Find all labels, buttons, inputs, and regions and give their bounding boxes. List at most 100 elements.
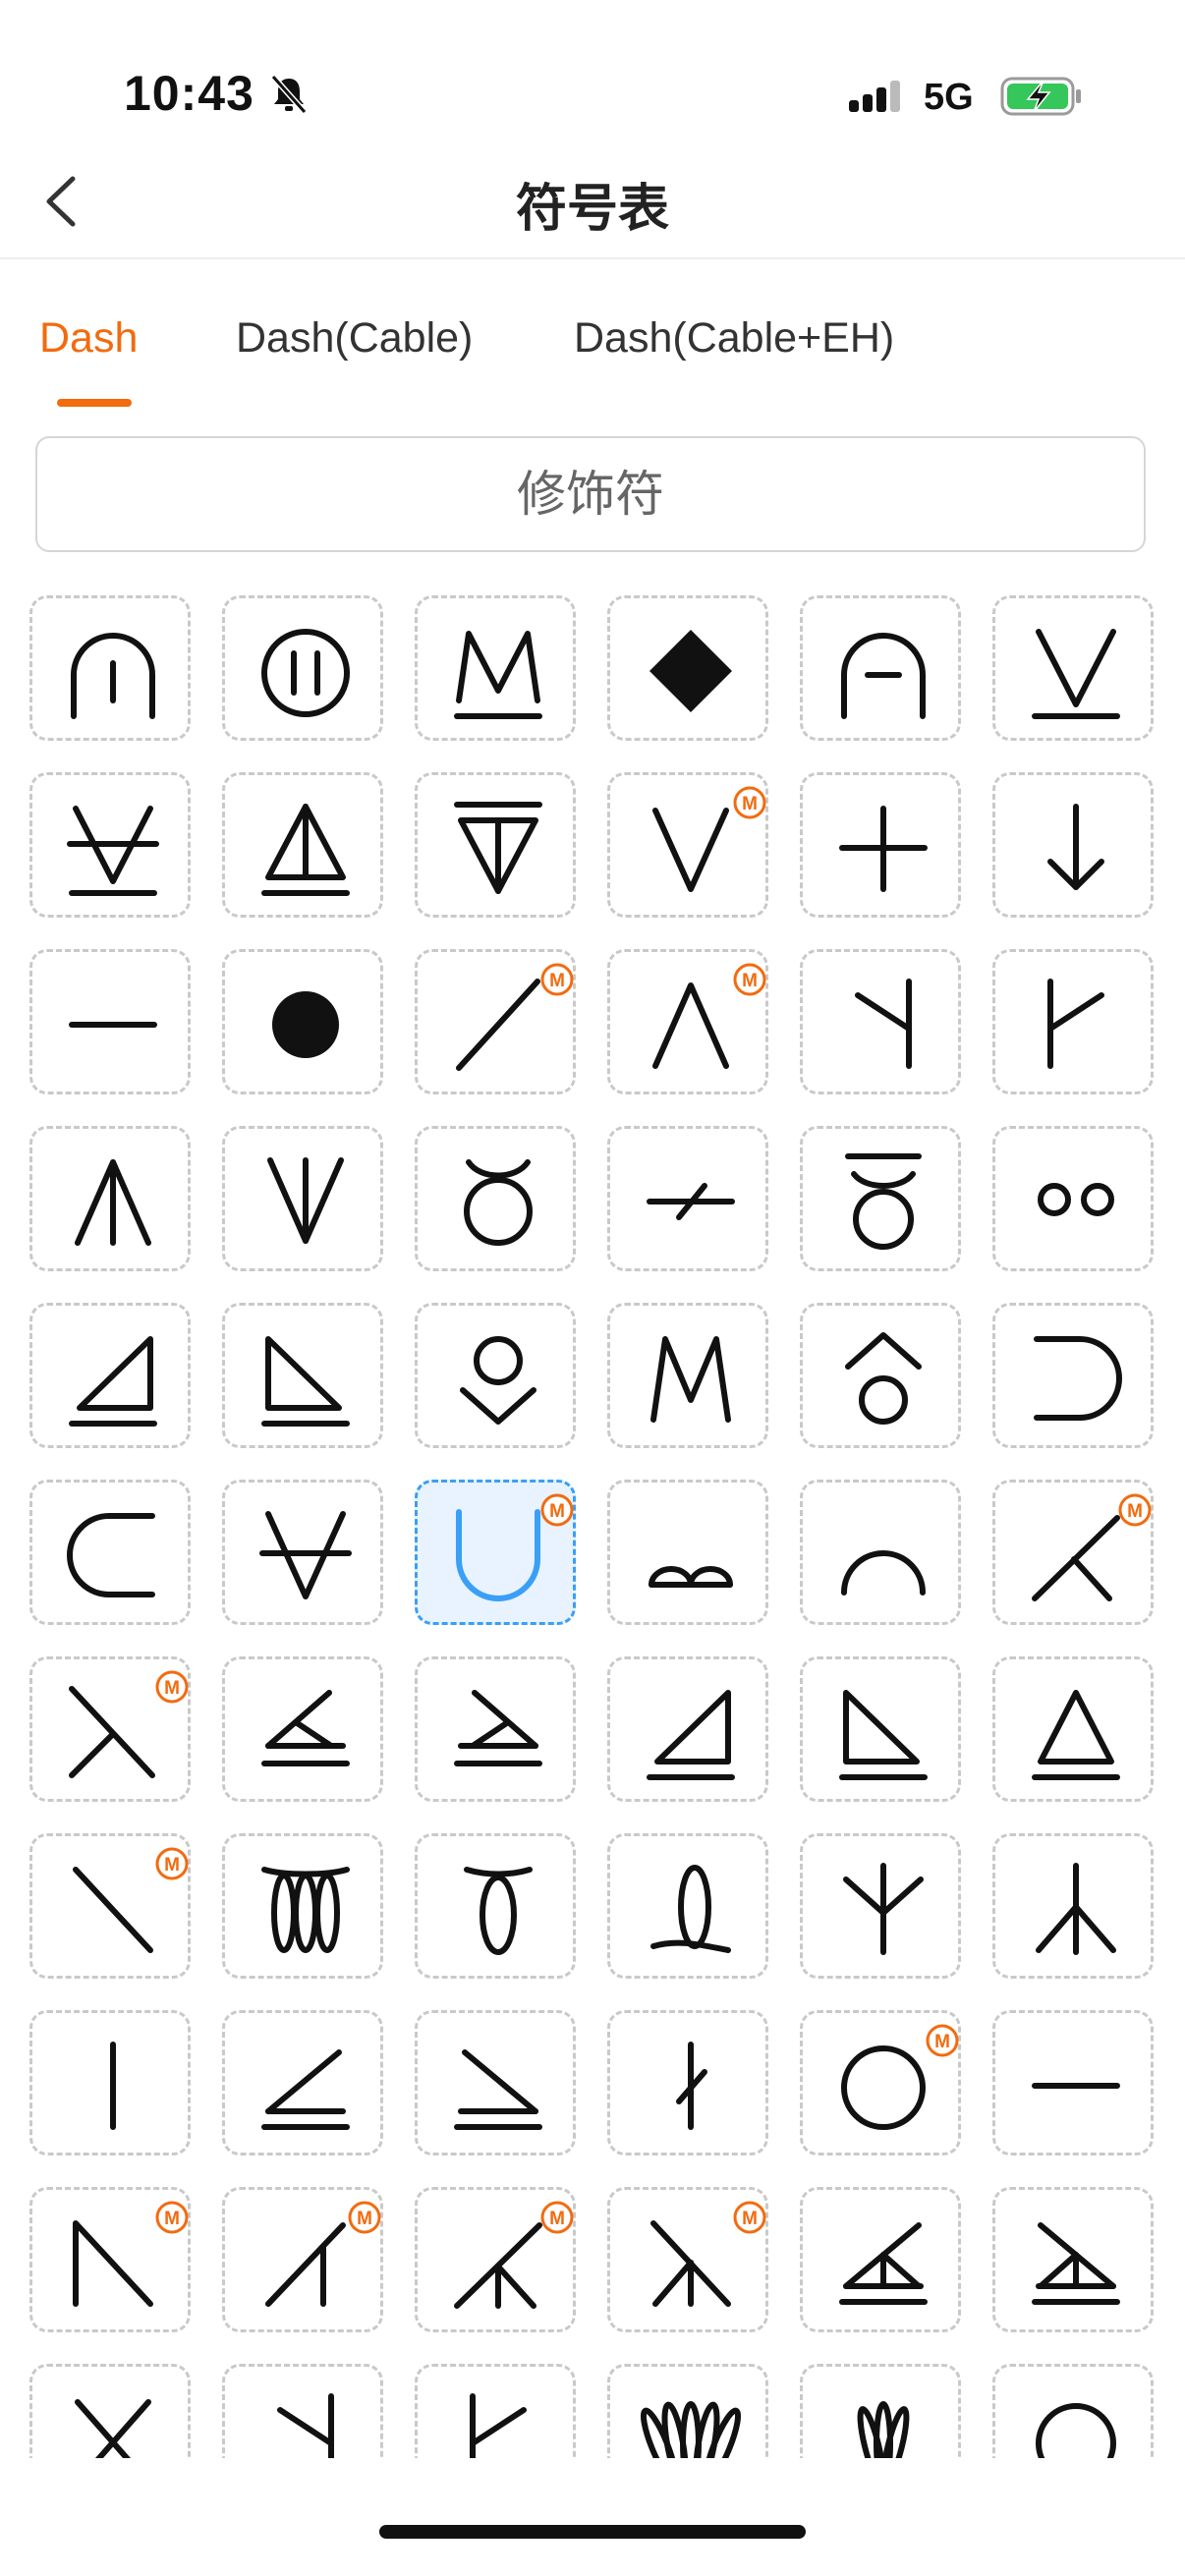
symbol-cell[interactable]	[415, 2364, 576, 2458]
dash-tick-icon	[647, 1183, 735, 1220]
symbol-cell[interactable]	[992, 2010, 1154, 2156]
symbol-cell[interactable]	[800, 1656, 961, 1802]
modifier-badge-icon: M	[348, 2201, 381, 2234]
symbol-cell[interactable]	[222, 1303, 383, 1448]
symbol-cell[interactable]	[992, 1656, 1154, 1802]
symbol-cell[interactable]: M	[800, 2010, 961, 2156]
symbol-cell[interactable]	[992, 2187, 1154, 2332]
symbol-cell[interactable]	[222, 1480, 383, 1625]
symbol-cell[interactable]	[992, 595, 1154, 741]
symbol-cell[interactable]	[800, 595, 961, 741]
status-bar: 10:43 5G	[0, 0, 1185, 147]
horizontal-dash-icon	[69, 1022, 157, 1028]
bow-arcs-icon	[649, 1566, 733, 1588]
symbol-cell[interactable]	[415, 595, 576, 741]
symbol-cell[interactable]	[415, 2010, 576, 2156]
symbol-cell[interactable]: M	[607, 949, 768, 1094]
symbol-cell[interactable]	[800, 949, 961, 1094]
symbol-cell[interactable]	[800, 1480, 961, 1625]
angle-left-underlined-icon	[261, 1690, 350, 1766]
symbol-cell[interactable]	[800, 772, 961, 918]
symbol-cell[interactable]: M	[29, 1656, 191, 1802]
symbol-cell[interactable]	[607, 2010, 768, 2156]
symbol-cell[interactable]: M	[29, 1833, 191, 1979]
symbol-cell[interactable]	[415, 1833, 576, 1979]
symbol-cell[interactable]	[222, 1126, 383, 1271]
symbol-cell[interactable]	[415, 1126, 576, 1271]
y-branch-icon	[843, 1863, 924, 1955]
symbol-cell[interactable]	[222, 2010, 383, 2156]
symbol-cell[interactable]	[992, 1833, 1154, 1979]
modifier-button[interactable]: 修饰符	[35, 436, 1146, 552]
symbol-cell[interactable]	[607, 595, 768, 741]
symbol-cell[interactable]	[800, 2187, 961, 2332]
v-underlined-icon	[1032, 629, 1120, 719]
symbol-cell[interactable]	[800, 1303, 961, 1448]
symbol-cell[interactable]	[222, 1833, 383, 1979]
symbol-cell[interactable]	[607, 1480, 768, 1625]
svg-text:M: M	[357, 2209, 372, 2229]
tab-bar: Dash Dash(Cable) Dash(Cable+EH)	[0, 295, 1185, 413]
tab-dash[interactable]: Dash	[39, 314, 138, 363]
m-underlined-icon	[454, 631, 542, 719]
symbol-cell[interactable]	[29, 1303, 191, 1448]
symbol-cell[interactable]	[29, 1480, 191, 1625]
battery-charging-icon	[1000, 77, 1081, 116]
home-indicator	[379, 2525, 806, 2539]
symbol-cell[interactable]	[222, 772, 383, 918]
active-tab-indicator	[57, 399, 132, 407]
symbol-cell[interactable]	[607, 2364, 768, 2458]
vertical-bar-icon	[110, 2042, 116, 2130]
triple-loops-icon	[261, 1867, 350, 1953]
symbol-cell[interactable]	[800, 1833, 961, 1979]
symbol-cell[interactable]	[607, 1303, 768, 1448]
symbol-cell[interactable]: M	[222, 2187, 383, 2332]
v-crossed-icon	[259, 1511, 352, 1599]
symbol-cell[interactable]	[992, 2364, 1154, 2458]
symbol-cell[interactable]	[29, 1126, 191, 1271]
arch-horizontal-line-icon	[841, 633, 926, 719]
symbol-cell[interactable]	[29, 595, 191, 741]
nav-bar: 符号表	[0, 147, 1185, 259]
symbol-cell[interactable]	[222, 1656, 383, 1802]
right-triangle-left-icon	[69, 1336, 157, 1427]
circle-outline-icon	[1036, 2403, 1116, 2458]
symbol-cell[interactable]	[222, 2364, 383, 2458]
symbol-cell[interactable]	[607, 1126, 768, 1271]
network-type: 5G	[924, 77, 974, 118]
symbol-cell[interactable]: M	[607, 772, 768, 918]
symbol-cell[interactable]	[800, 2364, 961, 2458]
symbol-cell[interactable]	[992, 772, 1154, 918]
symbol-cell[interactable]	[992, 1126, 1154, 1271]
symbol-cell[interactable]	[800, 1126, 961, 1271]
symbol-cell[interactable]	[29, 2010, 191, 2156]
symbol-cell[interactable]	[992, 1303, 1154, 1448]
symbol-cell[interactable]	[992, 949, 1154, 1094]
symbol-cell[interactable]: M	[415, 2187, 576, 2332]
symbol-cell[interactable]: M	[415, 949, 576, 1094]
svg-text:M: M	[549, 1501, 565, 1522]
symbol-cell[interactable]	[222, 595, 383, 741]
tab-dash-cable-eh[interactable]: Dash(Cable+EH)	[574, 314, 894, 363]
filled-diamond-icon	[649, 630, 732, 712]
circle-over-chevron-icon	[460, 1336, 536, 1425]
symbol-cell[interactable]	[607, 1833, 768, 1979]
symbol-cell[interactable]: M	[415, 1480, 576, 1625]
symbol-cell[interactable]	[415, 772, 576, 918]
symbol-cell[interactable]	[29, 949, 191, 1094]
symbol-cell[interactable]	[415, 1303, 576, 1448]
single-loop-bar-icon	[464, 1867, 533, 1955]
symbol-cell[interactable]	[222, 949, 383, 1094]
svg-text:M: M	[742, 971, 758, 991]
symbol-cell[interactable]: M	[992, 1480, 1154, 1625]
symbol-cell[interactable]: M	[607, 2187, 768, 2332]
symbol-cell[interactable]	[607, 1656, 768, 1802]
plus-icon	[839, 806, 928, 892]
symbol-cell[interactable]	[29, 2364, 191, 2458]
symbol-cell[interactable]	[29, 772, 191, 918]
symbol-cell[interactable]: M	[29, 2187, 191, 2332]
v-split-icon	[267, 1157, 344, 1244]
circle-double-line-icon	[261, 629, 350, 717]
symbol-cell[interactable]	[415, 1656, 576, 1802]
tab-dash-cable[interactable]: Dash(Cable)	[236, 314, 473, 363]
